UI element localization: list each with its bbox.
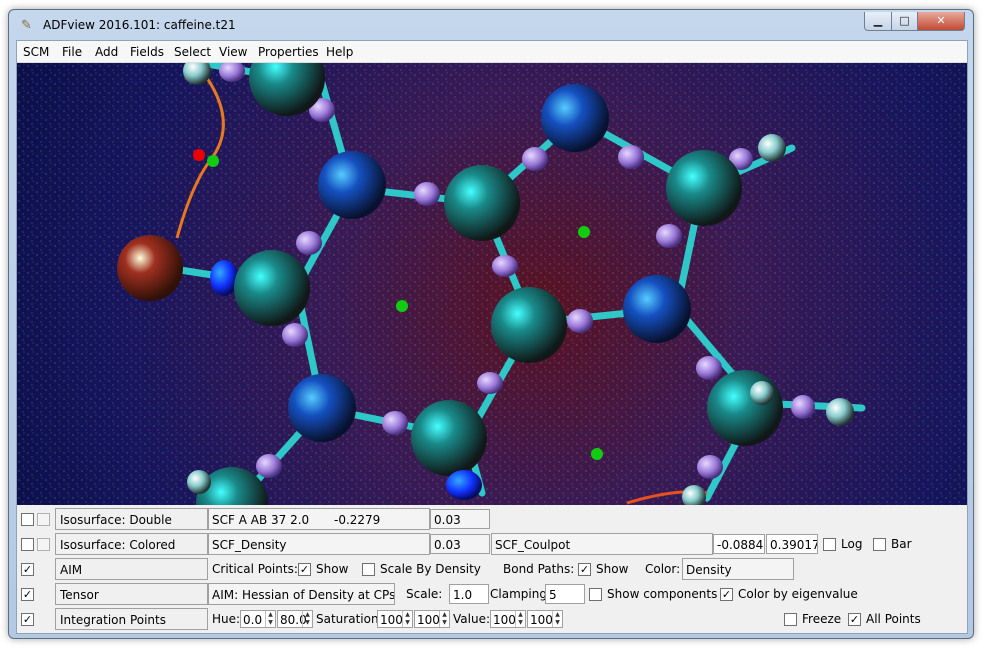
- value-label: Value:: [453, 612, 490, 626]
- integration-name[interactable]: Integration Points: [55, 608, 208, 630]
- spinner-arrows-icon[interactable]: ▲ ▼: [302, 611, 312, 627]
- bar-label: Bar: [891, 537, 912, 551]
- tensor-name[interactable]: Tensor: [55, 583, 208, 605]
- iso-double-name[interactable]: Isosurface: Double: [55, 508, 208, 530]
- scale-by-density-checkbox[interactable]: [362, 563, 375, 576]
- saturation-label: Saturation:: [316, 612, 383, 626]
- iso-double-field: SCF A AB 37 2.0: [212, 513, 310, 527]
- tensor-visible-checkbox[interactable]: ✓: [21, 588, 34, 601]
- freeze-checkbox[interactable]: [784, 613, 797, 626]
- color-by-eigenvalue-checkbox[interactable]: ✓: [720, 588, 733, 601]
- spinner-arrows-icon[interactable]: ▲ ▼: [552, 611, 562, 627]
- iso-double-visible-checkbox[interactable]: [21, 513, 34, 526]
- integration-visible-checkbox[interactable]: ✓: [21, 613, 34, 626]
- maximize-icon: □: [899, 14, 910, 27]
- tensor-scale-input[interactable]: 1.0: [449, 584, 489, 604]
- menu-view[interactable]: View: [219, 45, 247, 59]
- critical-point: [396, 300, 408, 312]
- hue-min-spinner[interactable]: 0.0 ▲ ▼: [240, 610, 276, 628]
- iso-colored-field[interactable]: SCF_Density: [208, 533, 430, 555]
- bar-checkbox[interactable]: [873, 538, 886, 551]
- iso-double-field-selector[interactable]: SCF A AB 37 2.0 -0.2279: [208, 508, 430, 530]
- hue-label: Hue:: [212, 612, 241, 626]
- all-points-checkbox[interactable]: ✓: [848, 613, 861, 626]
- close-icon: ✕: [936, 14, 946, 27]
- menu-scm[interactable]: SCM: [23, 45, 49, 59]
- saturation-max-spinner[interactable]: 100 ▲ ▼: [414, 610, 450, 628]
- spinner-arrows-icon[interactable]: ▲ ▼: [439, 611, 449, 627]
- menu-fields[interactable]: Fields: [130, 45, 164, 59]
- clamping-label: Clamping:: [490, 587, 551, 601]
- menu-file[interactable]: File: [62, 45, 82, 59]
- cp-show-checkbox[interactable]: ✓: [298, 563, 311, 576]
- adfview-app-icon: ✎: [21, 18, 32, 33]
- client-area: SCM File Add Fields Select View Properti…: [16, 40, 968, 634]
- iso-colored-color-field[interactable]: SCF_Coulpot: [491, 533, 713, 555]
- cp-show-label: Show: [316, 562, 349, 576]
- iso-colored-secondary-checkbox[interactable]: [37, 538, 50, 551]
- spinner-arrows-icon[interactable]: ▲ ▼: [515, 611, 525, 627]
- menu-help[interactable]: Help: [326, 45, 353, 59]
- freeze-label: Freeze: [802, 612, 842, 626]
- close-button[interactable]: ✕: [917, 12, 965, 31]
- molecule-viewport[interactable]: [17, 63, 967, 505]
- value-max-spinner[interactable]: 100 ▲ ▼: [527, 610, 563, 628]
- menu-properties[interactable]: Properties: [258, 45, 319, 59]
- maximize-button[interactable]: □: [891, 12, 918, 31]
- saturation-min-spinner[interactable]: 100 ▲ ▼: [377, 610, 413, 628]
- iso-colored-isovalue[interactable]: 0.03: [430, 534, 490, 554]
- color-range-max[interactable]: 0.390175: [766, 534, 818, 554]
- hue-max-spinner[interactable]: 80.0 ▲ ▼: [277, 610, 313, 628]
- bp-show-checkbox[interactable]: ✓: [578, 563, 591, 576]
- tensor-scale-label: Scale:: [406, 587, 443, 601]
- aim-name[interactable]: AIM: [55, 558, 208, 580]
- value-min-spinner[interactable]: 100 ▲ ▼: [490, 610, 526, 628]
- minimize-button[interactable]: ▁: [864, 12, 892, 31]
- minimize-icon: ▁: [873, 14, 883, 27]
- molecule-scene: [17, 63, 967, 505]
- color-by-eigenvalue-label: Color by eigenvalue: [738, 587, 858, 601]
- menu-bar: SCM File Add Fields Select View Properti…: [17, 41, 967, 63]
- all-points-label: All Points: [866, 612, 921, 626]
- log-checkbox[interactable]: [823, 538, 836, 551]
- menu-add[interactable]: Add: [95, 45, 118, 59]
- spinner-arrows-icon[interactable]: ▲ ▼: [402, 611, 412, 627]
- bond-color-selector[interactable]: Density: [682, 558, 794, 580]
- app-window: ✎ ADFview 2016.101: caffeine.t21 ▁ □ ✕ S…: [8, 9, 974, 639]
- show-components-label: Show components: [607, 587, 718, 601]
- bond-paths-label: Bond Paths:: [503, 562, 575, 576]
- tensor-field[interactable]: AIM: Hessian of Density at CPs: [208, 583, 395, 605]
- scale-by-density-label: Scale By Density: [380, 562, 481, 576]
- critical-point: [578, 226, 590, 238]
- iso-double-value: -0.2279: [334, 513, 381, 527]
- color-range-min[interactable]: -0.08844: [713, 534, 765, 554]
- bp-show-label: Show: [596, 562, 629, 576]
- show-components-checkbox[interactable]: [589, 588, 602, 601]
- critical-points-label: Critical Points:: [212, 562, 298, 576]
- spinner-arrows-icon[interactable]: ▲ ▼: [265, 611, 275, 627]
- critical-point: [591, 448, 603, 460]
- iso-colored-visible-checkbox[interactable]: [21, 538, 34, 551]
- critical-point: [207, 155, 219, 167]
- log-label: Log: [841, 537, 863, 551]
- window-title: ADFview 2016.101: caffeine.t21: [43, 18, 236, 32]
- clamping-input[interactable]: 5: [545, 584, 585, 604]
- menu-select[interactable]: Select: [174, 45, 211, 59]
- critical-point: [193, 149, 205, 161]
- aim-visible-checkbox[interactable]: ✓: [21, 563, 34, 576]
- title-bar[interactable]: ✎ ADFview 2016.101: caffeine.t21 ▁ □ ✕: [9, 10, 973, 40]
- iso-double-secondary-checkbox[interactable]: [37, 513, 50, 526]
- layers-panel: Isosurface: Double SCF A AB 37 2.0 -0.22…: [17, 507, 967, 633]
- color-label: Color:: [645, 562, 681, 576]
- iso-colored-name[interactable]: Isosurface: Colored: [55, 533, 208, 555]
- iso-double-isovalue[interactable]: 0.03: [430, 509, 490, 529]
